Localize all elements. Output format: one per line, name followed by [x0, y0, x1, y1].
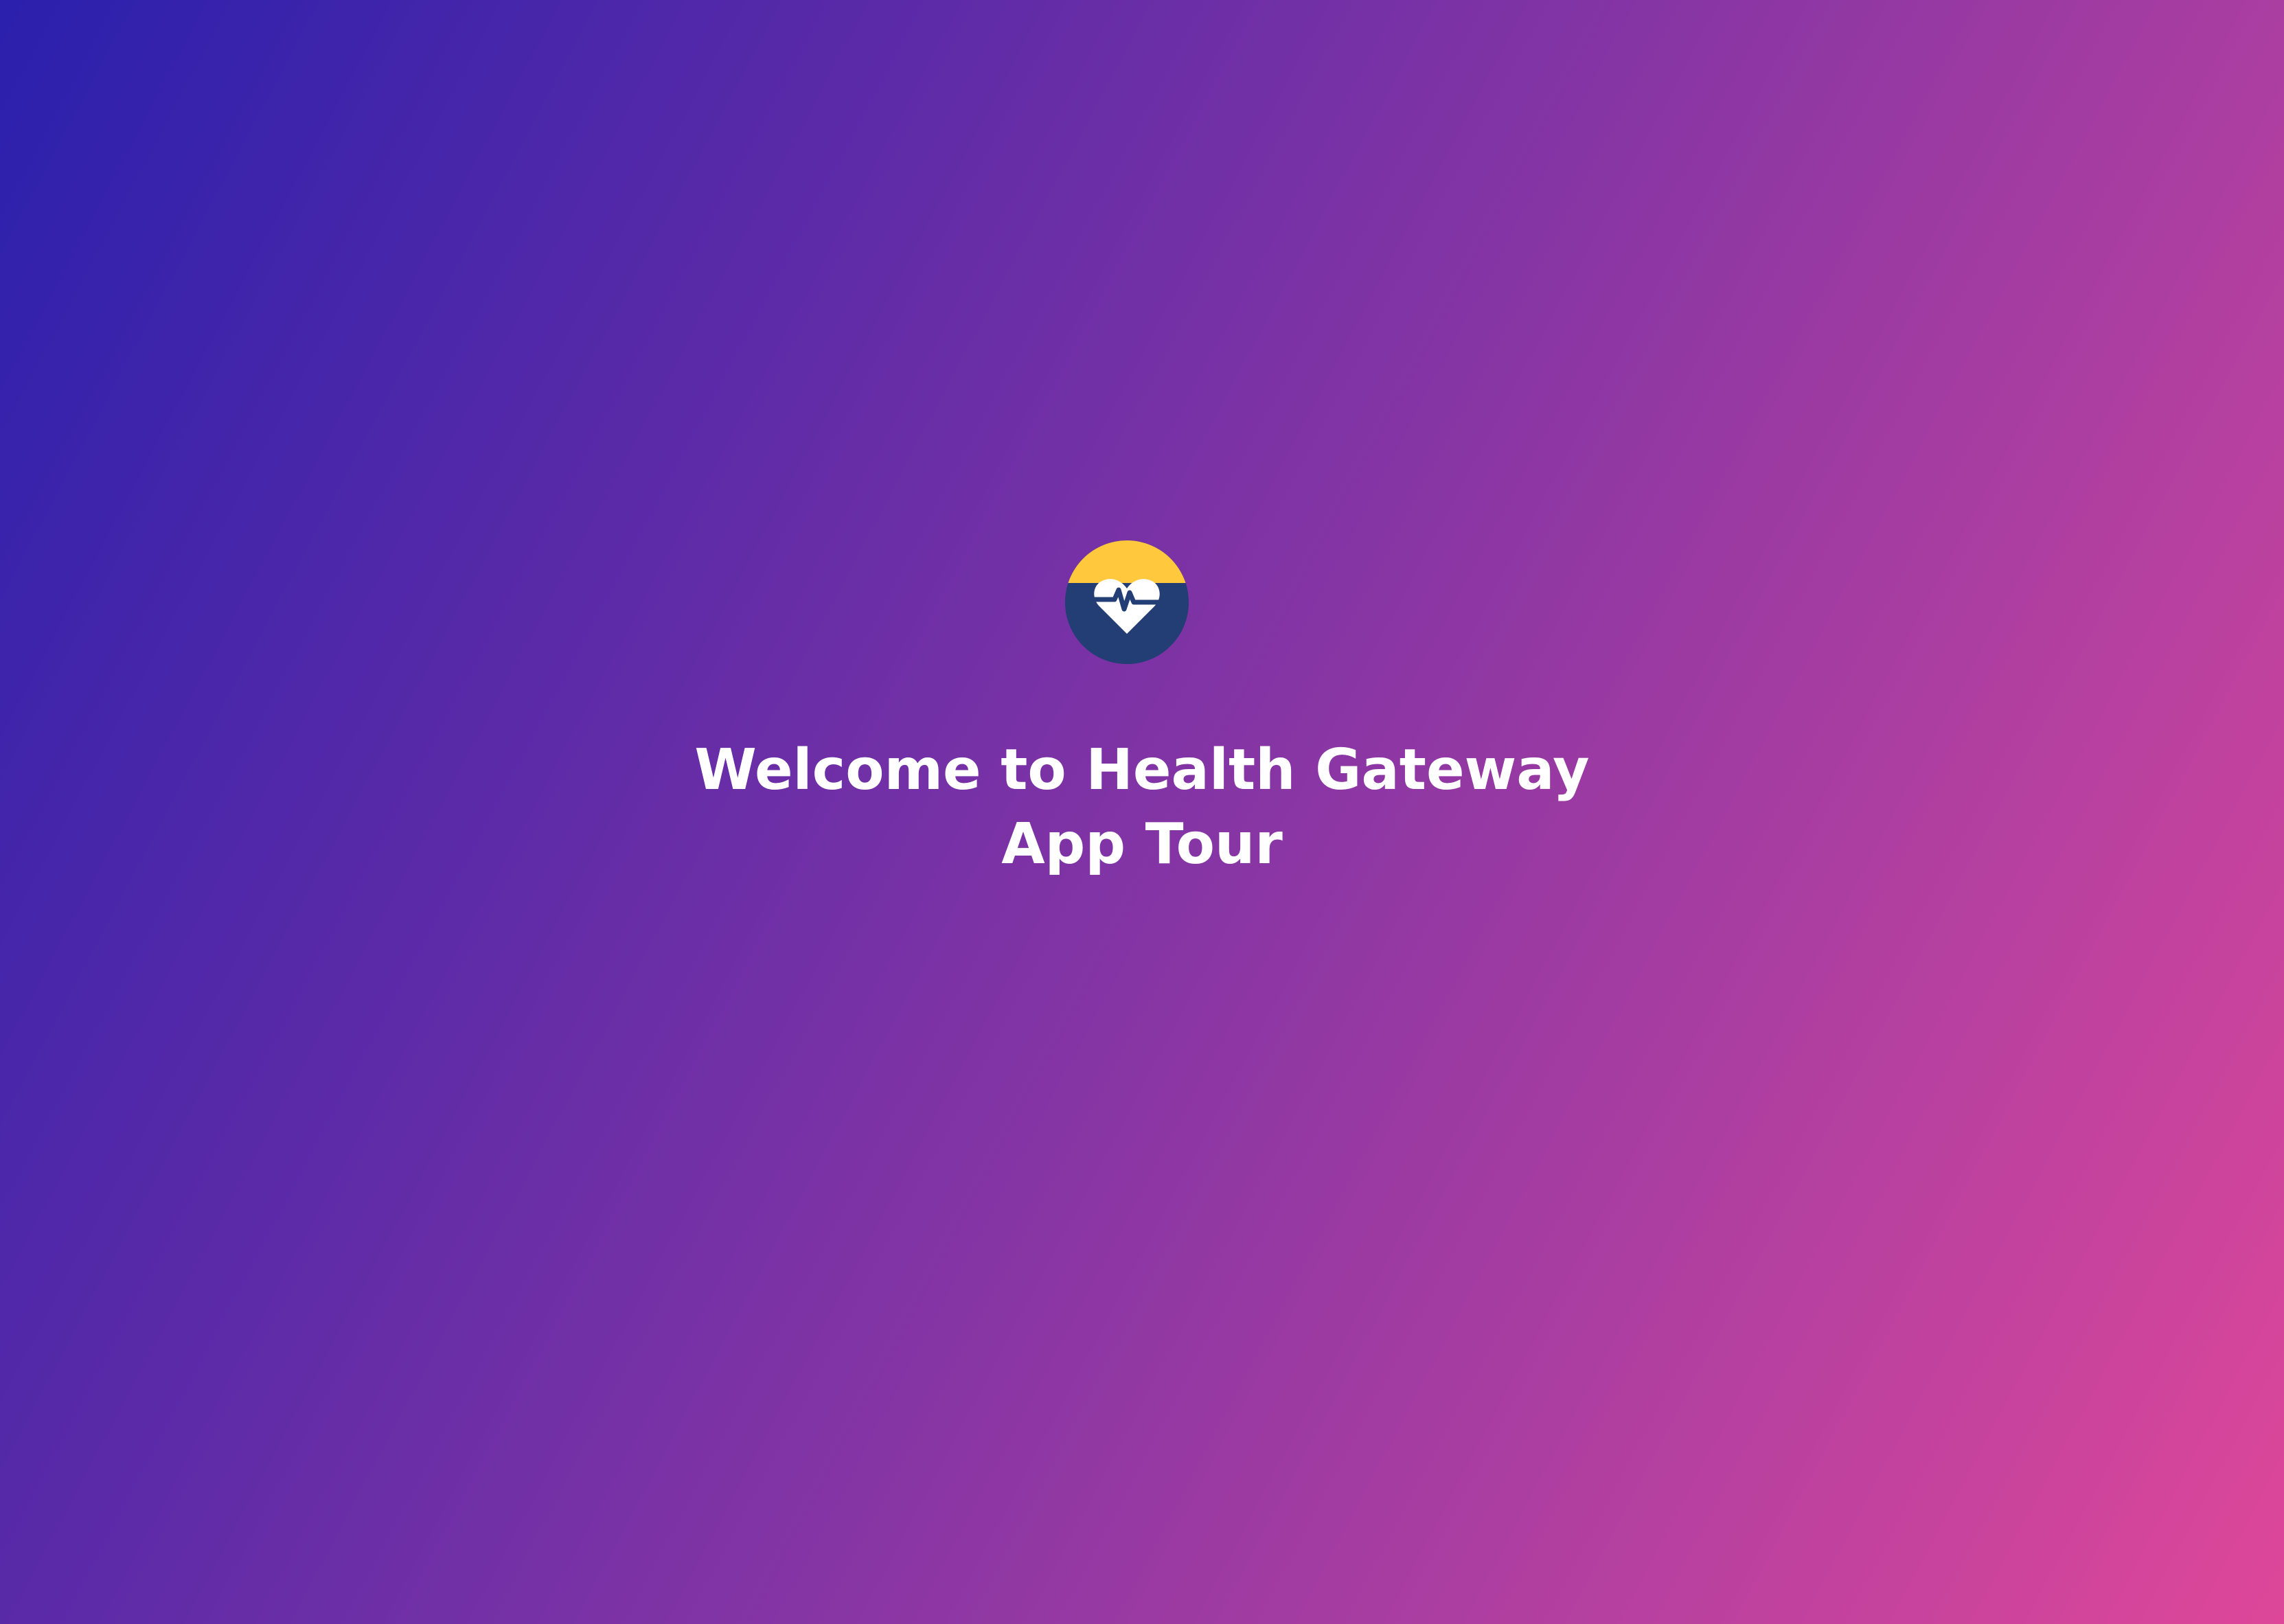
welcome-title-line-2: App Tour — [1001, 812, 1283, 877]
welcome-title: Welcome to Health Gateway App Tour — [0, 733, 2284, 882]
app-tour-welcome-screen: Welcome to Health Gateway App Tour — [0, 0, 2284, 1624]
health-gateway-logo — [1065, 540, 1189, 664]
heart-pulse-icon — [1065, 540, 1189, 664]
welcome-title-line-1: Welcome to Health Gateway — [694, 737, 1590, 803]
